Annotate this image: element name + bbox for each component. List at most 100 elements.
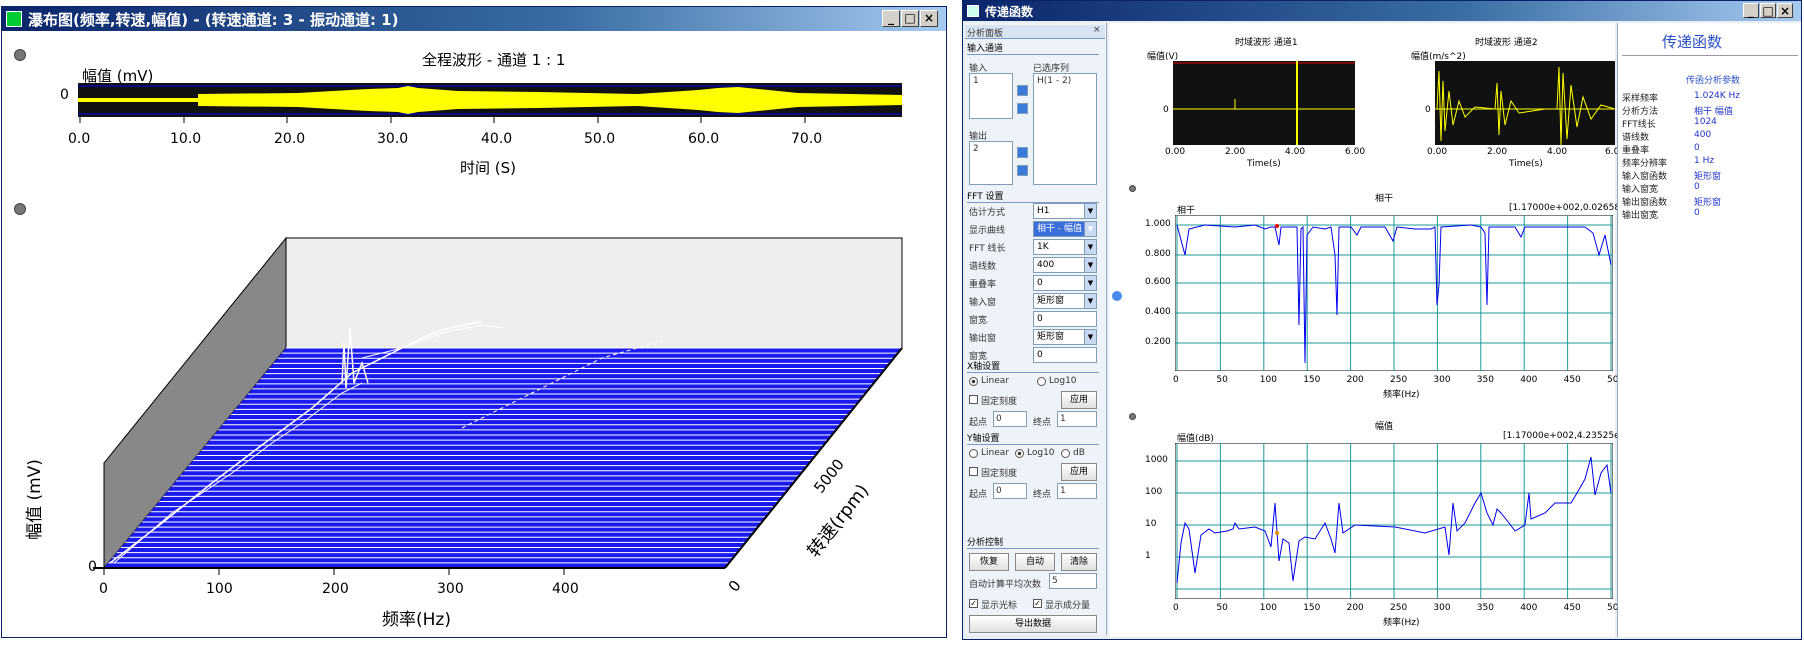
chevron-down-icon[interactable]: ▼ xyxy=(1084,258,1096,272)
overview-xtick: 50.0 xyxy=(584,131,616,147)
fft-row-select[interactable]: 400 ▼ xyxy=(1033,257,1097,273)
y-db-radio[interactable] xyxy=(1061,449,1070,458)
xtick: 250 xyxy=(1390,375,1408,385)
input-list[interactable]: 1 xyxy=(969,73,1013,119)
y-axis-section: Y轴设置 xyxy=(967,431,1099,445)
fft-row-value[interactable]: 矩形窗 xyxy=(1037,296,1064,306)
overview-handle-icon[interactable] xyxy=(14,49,26,61)
panel-close-icon[interactable]: × xyxy=(1093,25,1101,35)
maximize-button[interactable]: □ xyxy=(1760,3,1776,18)
x-start-value[interactable]: 0 xyxy=(996,414,1002,424)
remove-input-button[interactable] xyxy=(1017,103,1028,114)
fft-row-value[interactable]: 400 xyxy=(1037,260,1054,270)
x-log-radio[interactable] xyxy=(1037,377,1046,386)
info-row-value: 0 xyxy=(1694,208,1700,218)
chevron-down-icon[interactable]: ▼ xyxy=(1084,294,1096,308)
ytick: 0.800 xyxy=(1145,249,1171,259)
info-row-label: 输出窗函数 xyxy=(1622,198,1668,208)
time-chart-2[interactable] xyxy=(1435,61,1615,145)
show-component-checkbox[interactable]: ✓ xyxy=(1033,599,1042,608)
overview-xtick: 0.0 xyxy=(68,131,91,147)
y-start-value[interactable]: 0 xyxy=(996,486,1002,496)
y-log-radio[interactable] xyxy=(1015,449,1024,458)
fft-row-select[interactable]: 相干 - 幅值 ▼ xyxy=(1033,221,1097,237)
output-value[interactable]: 2 xyxy=(973,144,979,154)
chevron-down-icon[interactable]: ▼ xyxy=(1084,204,1096,218)
waterfall-3d-plot[interactable] xyxy=(62,233,922,583)
y-end-input[interactable]: 1 xyxy=(1057,483,1097,499)
fft-row-select[interactable]: H1 ▼ xyxy=(1033,203,1097,219)
selected-value[interactable]: H(1 - 2) xyxy=(1037,76,1071,86)
xtick: 400 xyxy=(1520,603,1538,613)
clear-button[interactable]: 清除 xyxy=(1061,553,1097,571)
fft-row-value[interactable]: 0 xyxy=(1037,278,1043,288)
time-chart-1[interactable] xyxy=(1173,61,1355,145)
info-row-label: 分析方法 xyxy=(1622,107,1659,117)
ytick: 0.200 xyxy=(1145,337,1171,347)
y-apply-button[interactable]: 应用 xyxy=(1061,463,1097,481)
waterfall-handle-icon[interactable] xyxy=(14,203,26,215)
x-fixed-checkbox[interactable] xyxy=(969,395,978,404)
fft-row-value[interactable]: 0 xyxy=(1037,314,1043,324)
y-linear-radio[interactable] xyxy=(969,449,978,458)
ytick: 0.400 xyxy=(1145,307,1171,317)
channel-section: 输入通道 xyxy=(967,41,1099,55)
show-cursor-checkbox[interactable]: ✓ xyxy=(969,599,978,608)
ytick: 1 xyxy=(1145,551,1151,561)
waterfall-title-bar[interactable]: 瀑布图(频率,转速,幅值) - (转速通道: 3 - 振动通道: 1) xyxy=(2,7,946,31)
overview-xlabel: 时间 (S) xyxy=(460,159,516,177)
x-end-input[interactable]: 1 xyxy=(1057,411,1097,427)
app-icon xyxy=(967,5,979,17)
close-button[interactable]: × xyxy=(920,10,938,27)
chevron-down-icon[interactable]: ▼ xyxy=(1084,276,1096,290)
fft-row-value[interactable]: 矩形窗 xyxy=(1037,332,1064,342)
magnitude-handle-icon[interactable] xyxy=(1129,413,1136,420)
chevron-down-icon[interactable]: ▼ xyxy=(1084,330,1096,344)
coherence-handle-icon[interactable] xyxy=(1129,185,1136,192)
export-button[interactable]: 导出数据 xyxy=(969,615,1097,633)
reset-button[interactable]: 恢复 xyxy=(969,553,1009,571)
avg-value[interactable]: 5 xyxy=(1052,576,1058,586)
x-linear-radio[interactable] xyxy=(969,377,978,386)
minimize-button[interactable]: _ xyxy=(1743,3,1759,18)
maximize-button[interactable]: □ xyxy=(901,10,919,27)
overview-xtick: 40.0 xyxy=(481,131,513,147)
x-start-input[interactable]: 0 xyxy=(993,411,1027,427)
add-output-button[interactable] xyxy=(1017,147,1028,158)
close-button[interactable]: × xyxy=(1777,3,1793,18)
overview-waveform[interactable] xyxy=(78,83,902,117)
fft-row-select[interactable]: 矩形窗 ▼ xyxy=(1033,293,1097,309)
panel-toggle-icon[interactable] xyxy=(1112,291,1122,301)
info-row-value: 相干 幅值 xyxy=(1694,107,1733,117)
add-input-button[interactable] xyxy=(1017,85,1028,96)
selected-list[interactable]: H(1 - 2) xyxy=(1033,73,1097,185)
show-cursor-label: 显示光标 xyxy=(981,601,1018,611)
remove-output-button[interactable] xyxy=(1017,165,1028,176)
fft-row-value[interactable]: 1K xyxy=(1037,242,1049,252)
transfer-title-bar[interactable]: 传递函数 xyxy=(963,1,1801,21)
y-db-label: dB xyxy=(1073,448,1085,458)
fft-row-value[interactable]: 相干 - 幅值 xyxy=(1037,224,1082,234)
y-end-value[interactable]: 1 xyxy=(1060,486,1066,496)
chevron-down-icon[interactable]: ▼ xyxy=(1084,240,1096,254)
minimize-button[interactable]: _ xyxy=(882,10,900,27)
x-apply-button[interactable]: 应用 xyxy=(1061,391,1097,409)
output-list[interactable]: 2 xyxy=(969,141,1013,185)
overview-ytick: 0 xyxy=(60,87,69,103)
waterfall-xtick: 200 xyxy=(322,581,349,597)
y-fixed-checkbox[interactable] xyxy=(969,467,978,476)
input-value[interactable]: 1 xyxy=(973,76,979,86)
fft-row-select[interactable]: 0 xyxy=(1033,311,1097,327)
x-end-value[interactable]: 1 xyxy=(1060,414,1066,424)
xtick: 200 xyxy=(1346,603,1364,613)
auto-button[interactable]: 自动 xyxy=(1015,553,1055,571)
coherence-chart[interactable] xyxy=(1175,215,1613,371)
chevron-down-icon[interactable]: ▼ xyxy=(1084,222,1096,236)
fft-row-select[interactable]: 0 ▼ xyxy=(1033,275,1097,291)
fft-row-select[interactable]: 1K ▼ xyxy=(1033,239,1097,255)
magnitude-chart[interactable] xyxy=(1175,443,1613,599)
fft-row-select[interactable]: 矩形窗 ▼ xyxy=(1033,329,1097,345)
y-start-input[interactable]: 0 xyxy=(993,483,1027,499)
fft-row-value[interactable]: H1 xyxy=(1037,206,1050,216)
avg-input[interactable]: 5 xyxy=(1049,573,1097,589)
